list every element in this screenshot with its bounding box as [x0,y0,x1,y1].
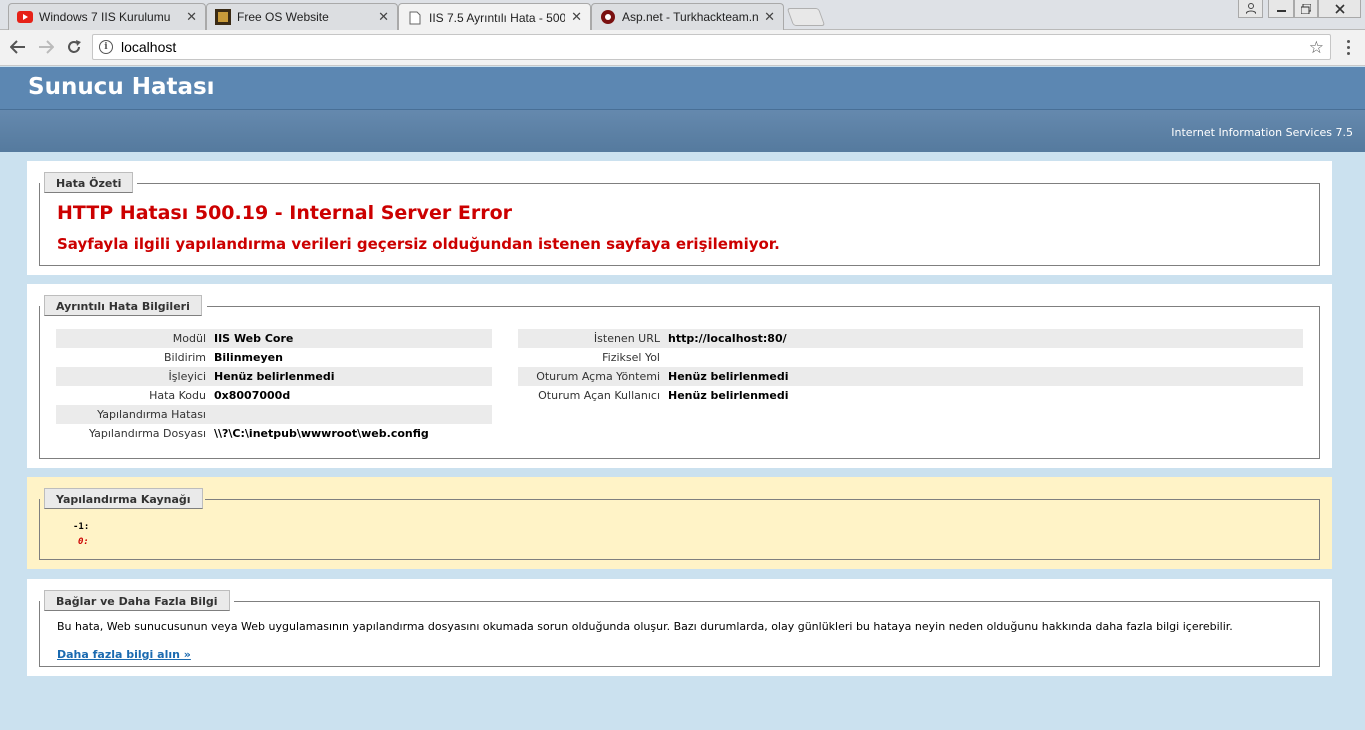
tab-title: Windows 7 IIS Kurulumu [39,10,171,24]
minimize-button[interactable] [1268,0,1294,18]
page-content: Sunucu Hatası Internet Information Servi… [0,67,1365,730]
detail-value: Henüz belirlenmedi [668,370,789,383]
browser-tab-strip: Windows 7 IIS Kurulumu ✕ Free OS Website… [0,0,1365,31]
forward-button[interactable] [35,36,57,58]
detail-value: Henüz belirlenmedi [668,389,789,402]
close-icon[interactable]: ✕ [571,10,582,25]
tab-title: Asp.net - Turkhackteam.n [622,10,759,24]
address-bar[interactable]: i localhost ☆ [92,34,1331,60]
detail-row: Hata Kodu 0x8007000d [56,386,492,405]
youtube-icon [17,9,33,25]
detail-key: Oturum Açan Kullanıcı [538,389,660,402]
config-line-error: 0: [78,537,89,547]
browser-tab[interactable]: Windows 7 IIS Kurulumu ✕ [8,3,206,30]
detail-key: Yapılandırma Hatası [97,408,206,421]
detail-row: Yapılandırma Hatası [56,405,492,424]
detail-key: İşleyici [168,370,206,383]
detail-row: Modül IIS Web Core [56,329,492,348]
page-icon [407,10,423,26]
address-text: localhost [121,39,177,55]
summary-panel: Hata Özeti HTTP Hatası 500.19 - Internal… [27,161,1332,275]
profile-icon[interactable] [1238,0,1263,18]
detail-value: Henüz belirlenmedi [214,370,335,383]
links-panel: Bağlar ve Daha Fazla Bilgi Bu hata, Web … [27,579,1332,676]
error-message: Sayfayla ilgili yapılandırma verileri ge… [57,235,780,253]
detail-value: IIS Web Core [214,332,294,345]
site-favicon-icon [215,9,231,25]
menu-icon[interactable] [1340,36,1356,58]
tab-title: Free OS Website [237,10,329,24]
summary-legend: Hata Özeti [44,172,134,193]
reload-button[interactable] [63,36,85,58]
detail-value: http://localhost:80/ [668,332,787,345]
config-line: -1: [73,522,90,532]
forward-arrow-icon [39,40,54,54]
links-description: Bu hata, Web sunucusunun veya Web uygula… [57,620,1233,633]
browser-tab[interactable]: Asp.net - Turkhackteam.n ✕ [591,3,784,30]
detail-row: İstenen URL http://localhost:80/ [518,329,1303,348]
more-info-link[interactable]: Daha fazla bilgi alın » [57,648,191,661]
back-arrow-icon [10,40,25,54]
detail-key: Fiziksel Yol [602,351,660,364]
detail-key: Oturum Açma Yöntemi [536,370,660,383]
details-panel: Ayrıntılı Hata Bilgileri Modül IIS Web Co… [27,284,1332,468]
detail-row: Fiziksel Yol [518,348,1303,367]
detail-key: Bildirim [164,351,206,364]
detail-row: Oturum Açma Yöntemi Henüz belirlenmedi [518,367,1303,386]
summary-fieldset: Hata Özeti HTTP Hatası 500.19 - Internal… [39,172,1320,266]
tab-title: IIS 7.5 Ayrıntılı Hata - 500 [429,10,566,25]
close-icon[interactable]: ✕ [186,10,197,25]
browser-toolbar: i localhost ☆ [0,30,1365,66]
config-fieldset: Yapılandırma Kaynağı [39,488,1320,560]
page-title: Sunucu Hatası [0,67,1365,110]
detail-key: Modül [172,332,206,345]
detail-row: İşleyici Henüz belirlenmedi [56,367,492,386]
detail-key: Hata Kodu [149,389,206,402]
back-button[interactable] [7,36,29,58]
close-icon[interactable]: ✕ [764,10,775,25]
detail-row: Bildirim Bilinmeyen [56,348,492,367]
turkhackteam-icon [600,9,616,25]
detail-value: Bilinmeyen [214,351,283,364]
details-legend: Ayrıntılı Hata Bilgileri [44,295,202,316]
bookmark-star-icon[interactable]: ☆ [1309,38,1324,58]
detail-value: \\?\C:\inetpub\wwwroot\web.config [214,427,429,440]
restore-button[interactable] [1294,0,1318,18]
detail-row: Oturum Açan Kullanıcı Henüz belirlenmedi [518,386,1303,405]
server-name: Internet Information Services 7.5 [0,110,1365,152]
browser-tab-active[interactable]: IIS 7.5 Ayrıntılı Hata - 500 ✕ [398,3,591,31]
close-window-button[interactable] [1318,0,1361,18]
close-icon[interactable]: ✕ [378,10,389,25]
detail-key: İstenen URL [593,332,660,345]
links-legend: Bağlar ve Daha Fazla Bilgi [44,590,230,611]
links-fieldset: Bağlar ve Daha Fazla Bilgi Bu hata, Web … [39,590,1320,667]
error-heading: HTTP Hatası 500.19 - Internal Server Err… [57,202,513,224]
new-tab-button[interactable] [786,8,826,26]
config-legend: Yapılandırma Kaynağı [44,488,203,509]
reload-icon [68,40,81,53]
config-source-panel: Yapılandırma Kaynağı -1: 0: [27,477,1332,569]
detail-value: 0x8007000d [214,389,291,402]
detail-key: Yapılandırma Dosyası [88,427,206,440]
browser-tab[interactable]: Free OS Website ✕ [206,3,398,30]
detail-row: Yapılandırma Dosyası \\?\C:\inetpub\wwwro… [56,424,492,443]
info-icon[interactable]: i [99,40,113,54]
